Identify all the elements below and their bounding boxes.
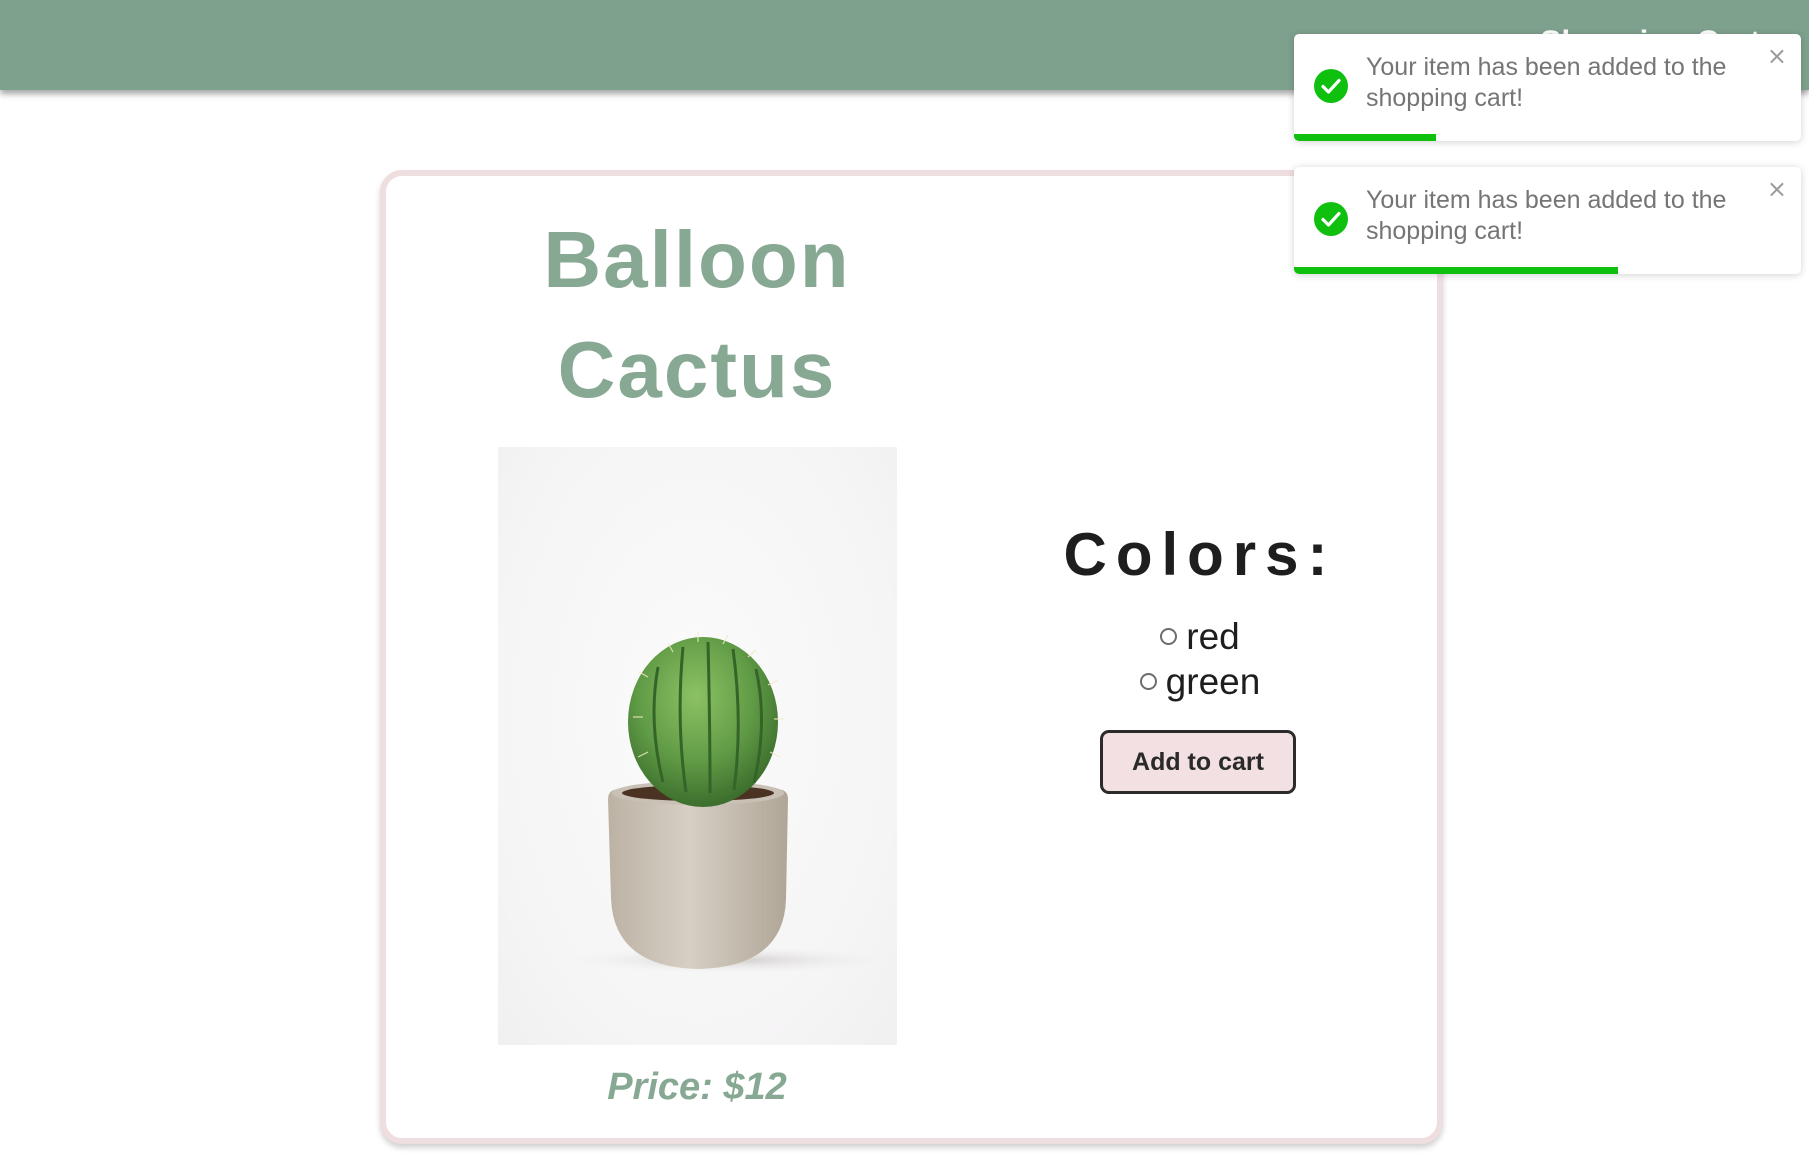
check-circle-icon bbox=[1314, 202, 1348, 236]
radio-button-green[interactable] bbox=[1139, 673, 1157, 690]
color-option-green[interactable]: green bbox=[1000, 659, 1400, 704]
toast-notification: Your item has been added to the shopping… bbox=[1294, 167, 1801, 274]
color-option-label: green bbox=[1165, 660, 1261, 702]
product-image bbox=[498, 447, 898, 1045]
color-options-group: red green bbox=[1000, 614, 1400, 704]
colors-heading: Colors: bbox=[1063, 521, 1337, 588]
radio-button-red[interactable] bbox=[1160, 628, 1178, 645]
toast-progress-bar bbox=[1294, 267, 1619, 274]
cactus-pot-illustration bbox=[558, 632, 898, 974]
toast-progress-bar bbox=[1294, 134, 1436, 141]
color-option-red[interactable]: red bbox=[1000, 614, 1400, 659]
close-icon[interactable]: × bbox=[1767, 177, 1787, 201]
check-circle-icon bbox=[1314, 69, 1348, 103]
toast-message: Your item has been added to the shopping… bbox=[1366, 186, 1727, 245]
toast-notification: Your item has been added to the shopping… bbox=[1294, 34, 1801, 141]
close-icon[interactable]: × bbox=[1767, 44, 1787, 68]
toast-message: Your item has been added to the shopping… bbox=[1366, 53, 1727, 112]
color-option-label: red bbox=[1186, 615, 1240, 657]
product-title: Balloon Cactus bbox=[543, 215, 851, 414]
add-to-cart-button[interactable]: Add to cart bbox=[1100, 730, 1296, 794]
product-price: Price: $12 bbox=[607, 1066, 787, 1108]
